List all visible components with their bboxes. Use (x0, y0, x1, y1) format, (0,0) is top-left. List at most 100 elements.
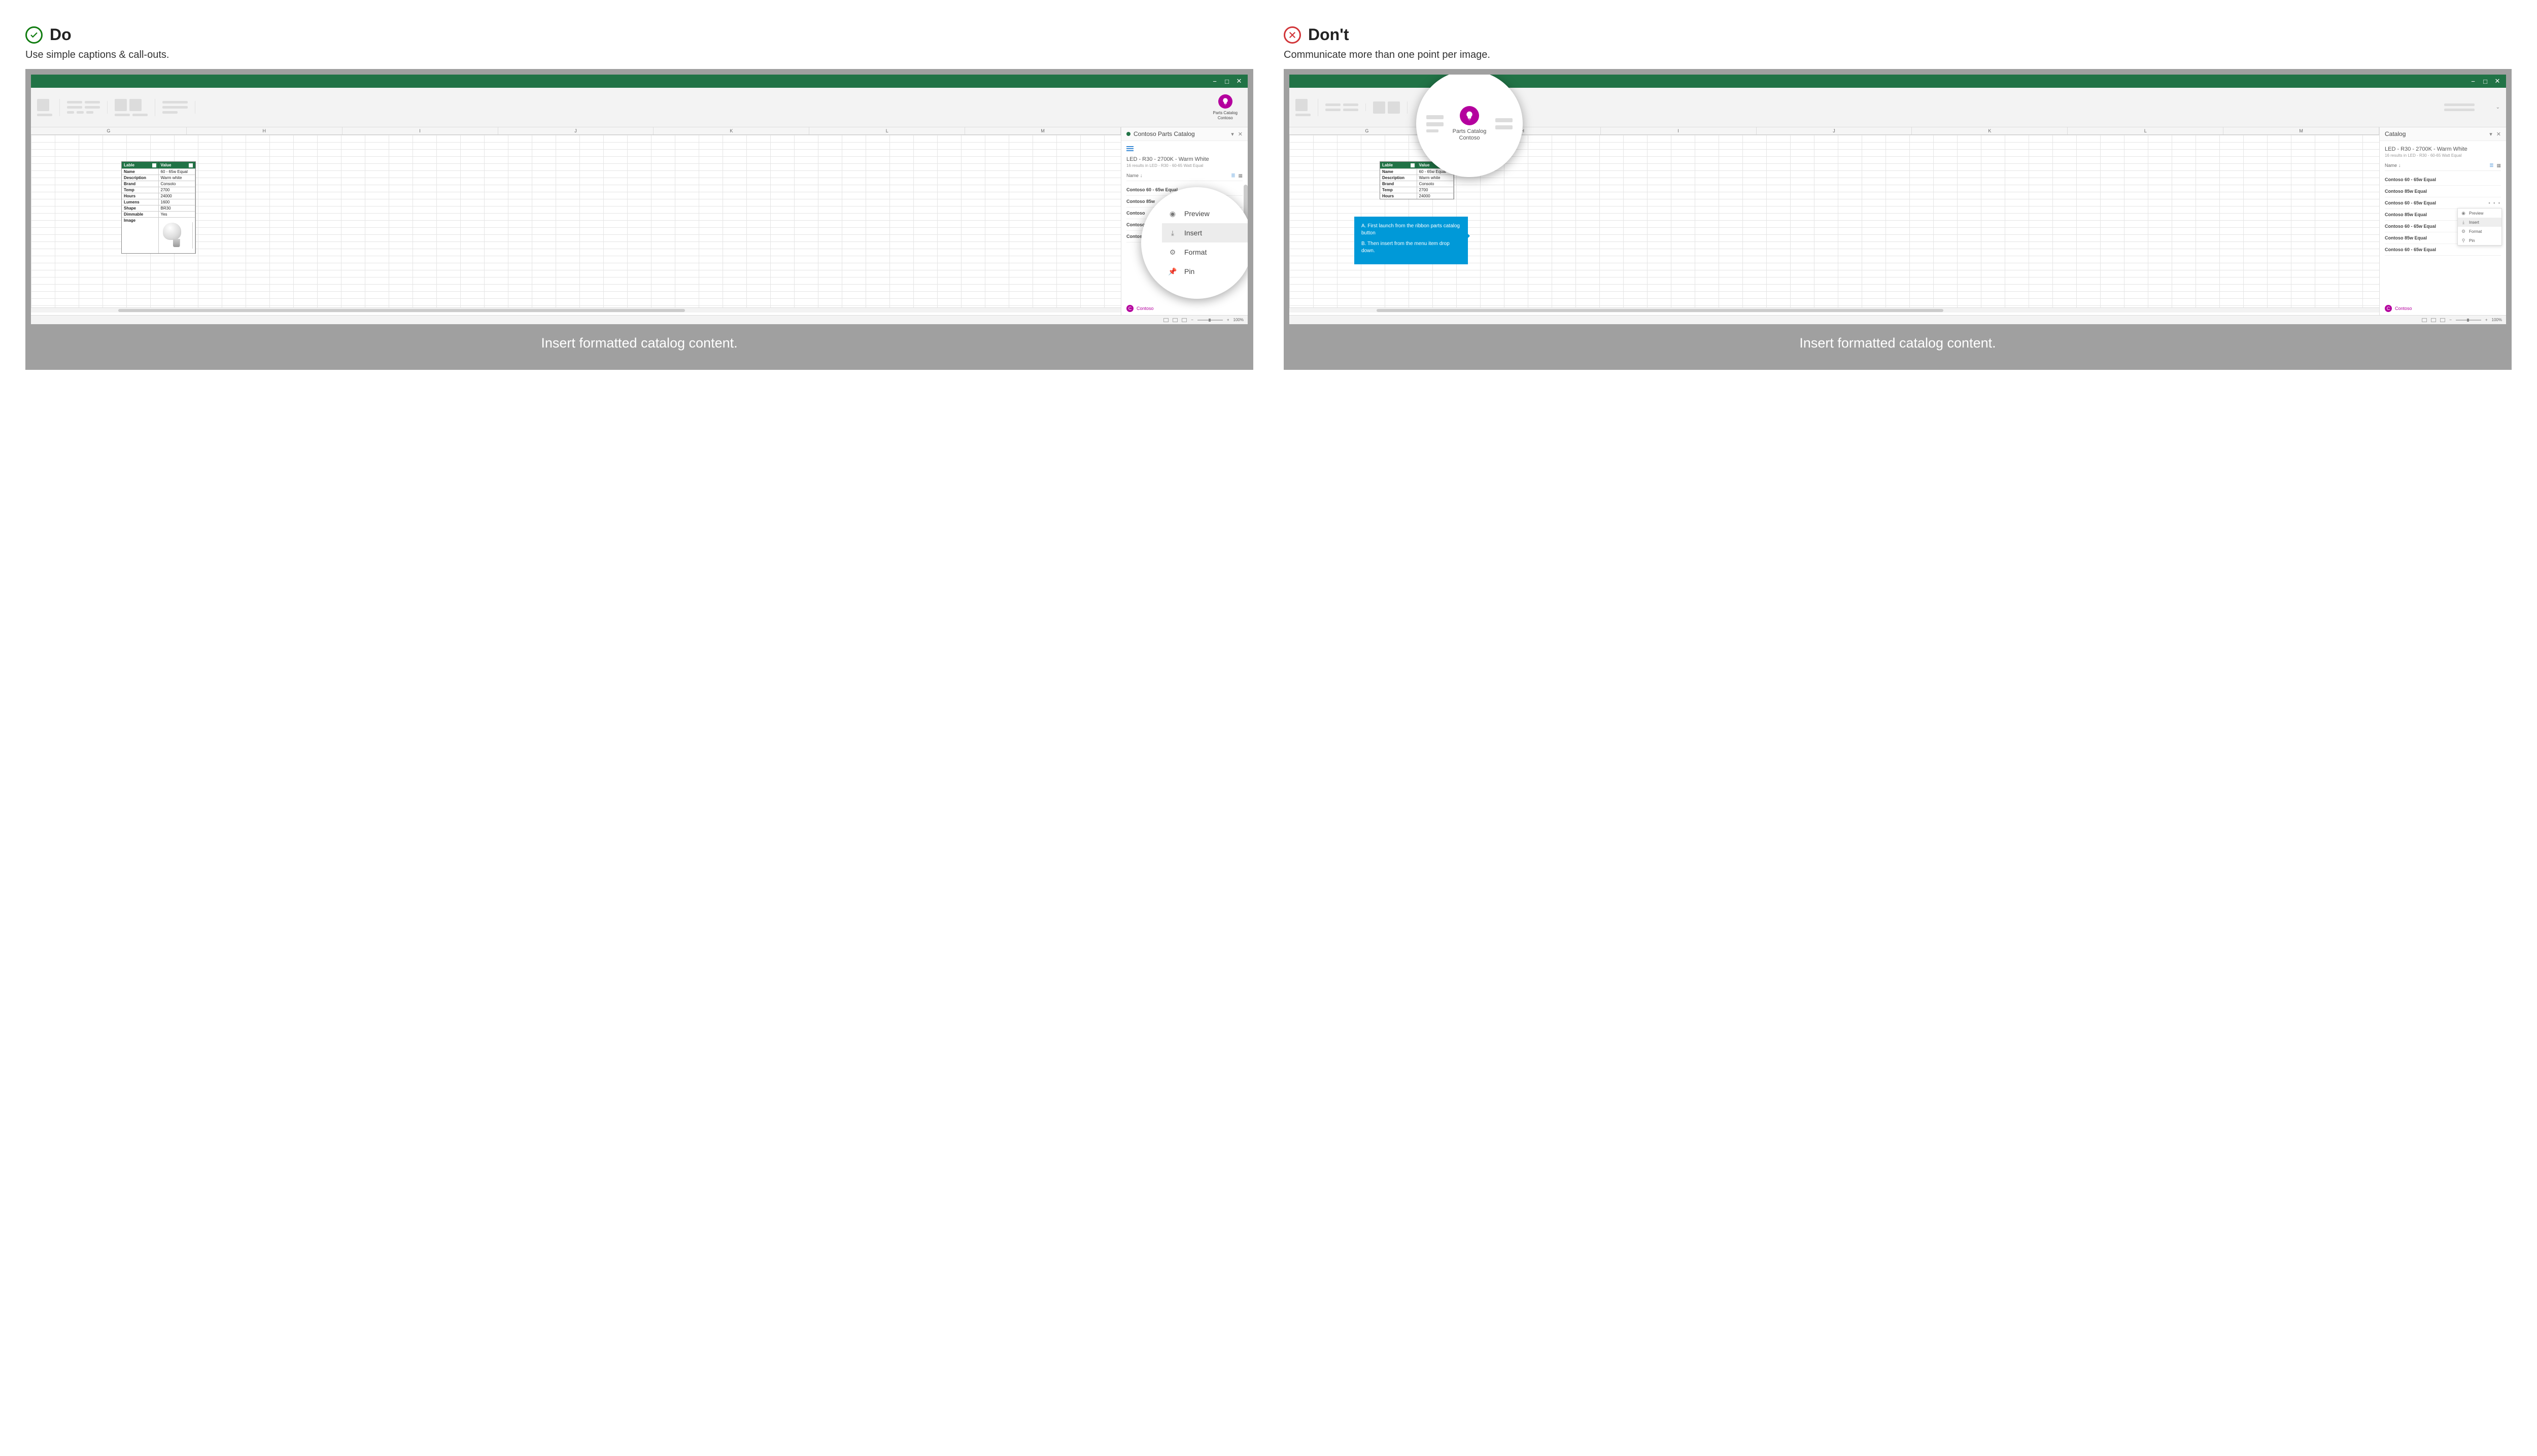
hamburger-icon[interactable] (1126, 146, 1134, 151)
more-icon[interactable]: • • • (2489, 200, 2501, 205)
list-item[interactable]: Contoso 60 - 65w Equal (2385, 244, 2501, 256)
pane-close-icon[interactable]: ✕ (1238, 131, 1243, 137)
cell: Consoto (1417, 181, 1454, 187)
h-scrollbar[interactable] (31, 307, 1121, 313)
list-view-icon[interactable]: ☰ (2489, 163, 2493, 168)
view-normal-icon[interactable] (2422, 318, 2427, 322)
cell: Brand (122, 181, 159, 187)
menu-insert[interactable]: ⤓Insert (2458, 218, 2501, 227)
view-normal-icon[interactable] (1163, 318, 1169, 322)
callout-line-a: A. First launch from the ribbon parts ca… (1361, 223, 1461, 236)
rib-label-2: Contoso (1218, 116, 1233, 120)
filter-icon[interactable] (1411, 163, 1415, 167)
signed-user: Contoso (1137, 306, 1154, 311)
grid-view-icon[interactable]: ▦ (1238, 173, 1243, 179)
maximize-icon[interactable]: □ (1223, 78, 1230, 85)
minimize-icon[interactable]: − (2470, 78, 2477, 85)
col-head[interactable]: G (31, 127, 187, 134)
instruction-callout: A. First launch from the ribbon parts ca… (1354, 217, 1468, 264)
menu-format[interactable]: ⚙Format (1162, 242, 1248, 262)
pane-dropdown-icon[interactable]: ▾ (2489, 131, 2492, 137)
cell: Image (122, 218, 159, 253)
list-view-icon[interactable]: ☰ (1231, 173, 1235, 179)
maximize-icon[interactable]: □ (2482, 78, 2489, 85)
lightbulb-icon (1460, 106, 1479, 125)
parts-catalog-button[interactable]: Parts CatalogContoso (1209, 94, 1242, 120)
h-scrollbar[interactable] (1289, 307, 2379, 313)
list-item[interactable]: Contoso 60 - 65w Equal• • • (2385, 197, 2501, 209)
menu-preview[interactable]: ◉Preview (2458, 209, 2501, 218)
sort-arrow-icon[interactable]: ↓ (1140, 173, 1143, 179)
view-layout-icon[interactable] (2431, 318, 2436, 322)
col-head[interactable]: K (654, 127, 809, 134)
zoom-out-button[interactable]: − (2449, 318, 2452, 322)
cell: BR30 (159, 205, 196, 211)
spreadsheet-grid[interactable]: G H I J K L M Lable Va (31, 127, 1121, 315)
search-subtitle: 16 results in LED - R30 - 60-65 Watt Equ… (2385, 153, 2501, 158)
zoom-level: 100% (1233, 318, 1244, 322)
lightbulb-icon (1218, 94, 1232, 109)
zoom-in-button[interactable]: + (2485, 318, 2488, 322)
menu-preview[interactable]: ◉Preview (1162, 204, 1248, 223)
filter-icon[interactable] (189, 163, 193, 167)
sliders-icon: ⚙ (2461, 229, 2466, 234)
item-context-menu: ◉Preview ⤓Insert ⚙Format ⚲Pin (2457, 208, 2502, 246)
col-head[interactable]: J (1757, 127, 1912, 134)
menu-format[interactable]: ⚙Format (2458, 227, 2501, 236)
list-item[interactable]: Contoso 60 - 65w Equal (2385, 174, 2501, 186)
sort-label[interactable]: Name (1126, 173, 1139, 178)
close-icon[interactable]: ✕ (1236, 78, 1243, 85)
ribbon-collapse-icon[interactable]: ⌄ (2496, 105, 2500, 110)
cell: 24000 (1417, 193, 1454, 199)
ribbon: Parts CatalogContoso (31, 88, 1248, 127)
grid-view-icon[interactable]: ▦ (2496, 163, 2501, 168)
filter-icon[interactable] (152, 163, 156, 167)
do-panel: Do Use simple captions & call-outs. − □ … (25, 25, 1253, 370)
zoom-slider[interactable] (1197, 320, 1223, 321)
rib-label-1: Parts Catalog (1213, 111, 1238, 115)
list-item[interactable]: Contoso 85w Equal (2385, 186, 2501, 197)
pane-dropdown-icon[interactable]: ▾ (1231, 131, 1234, 137)
menu-insert[interactable]: ⤓Insert (1162, 223, 1248, 242)
pane-close-icon[interactable]: ✕ (2496, 131, 2501, 137)
zoom-slider[interactable] (2456, 320, 2481, 321)
view-layout-icon[interactable] (1173, 318, 1178, 322)
col-head[interactable]: I (342, 127, 498, 134)
product-image (159, 218, 196, 253)
view-break-icon[interactable] (2440, 318, 2445, 322)
close-icon[interactable]: ✕ (2494, 78, 2501, 85)
menu-pin[interactable]: ⚲Pin (2458, 236, 2501, 245)
avatar: C (1126, 305, 1134, 312)
th-value: Value (1419, 163, 1430, 167)
eye-icon: ◉ (2461, 211, 2466, 216)
sliders-icon: ⚙ (1168, 248, 1177, 257)
zoom-out-button[interactable]: − (1191, 318, 1193, 322)
rib-label-2: Contoso (1459, 135, 1480, 141)
col-head[interactable]: L (2068, 127, 2223, 134)
task-pane: Catalog ▾✕ LED - R30 - 2700K - Warm Whit… (2379, 127, 2506, 315)
dont-panel: Don't Communicate more than one point pe… (1284, 25, 2512, 370)
do-tile: − □ ✕ Parts CatalogContoso (25, 69, 1253, 370)
col-head[interactable]: M (2223, 127, 2379, 134)
sort-label[interactable]: Name (2385, 163, 2397, 168)
view-break-icon[interactable] (1182, 318, 1187, 322)
col-head[interactable]: I (1601, 127, 1757, 134)
sort-arrow-icon[interactable]: ↓ (2398, 163, 2401, 168)
th-label: Lable (1382, 163, 1393, 167)
zoom-level: 100% (2492, 318, 2502, 322)
col-head[interactable]: L (809, 127, 965, 134)
cell: Description (1380, 175, 1417, 181)
parts-catalog-button[interactable]: Parts CatalogContoso (1453, 106, 1487, 142)
col-head[interactable]: K (1912, 127, 2068, 134)
col-head[interactable]: M (965, 127, 1121, 134)
status-bar: − + 100% (31, 315, 1248, 324)
do-subtitle: Use simple captions & call-outs. (25, 49, 1253, 61)
minimize-icon[interactable]: − (1211, 78, 1218, 85)
rib-label-1: Parts Catalog (1453, 128, 1487, 134)
th-value: Value (161, 163, 172, 167)
col-head[interactable]: H (187, 127, 342, 134)
menu-pin[interactable]: 📌Pin (1162, 262, 1248, 281)
zoom-in-button[interactable]: + (1227, 318, 1229, 322)
do-caption: Insert formatted catalog content. (31, 324, 1248, 364)
col-head[interactable]: J (498, 127, 654, 134)
